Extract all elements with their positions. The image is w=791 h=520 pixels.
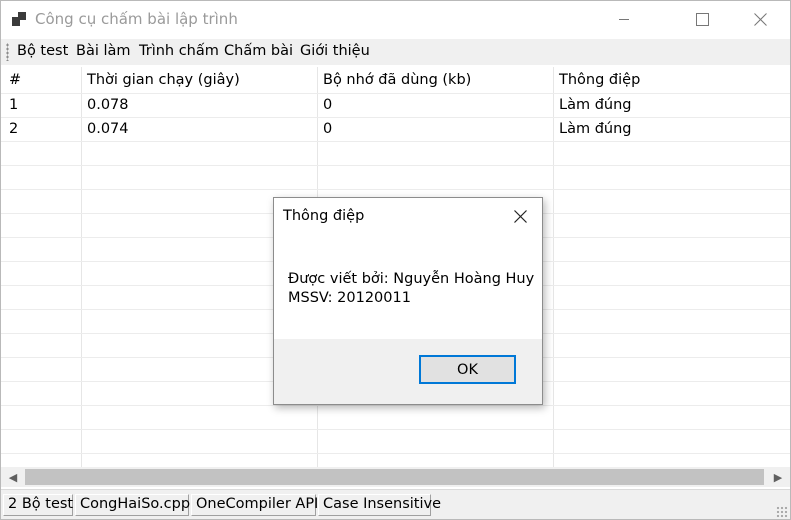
status-compiler: OneCompiler API — [191, 494, 318, 516]
table-cell[interactable]: 2 — [9, 121, 18, 137]
main-window: Công cụ chấm bài lập trình Bộ test Bài l… — [0, 0, 791, 520]
status-bar: 2 Bộ test CongHaiSo.cpp OneCompiler API … — [1, 489, 790, 519]
column-header-message[interactable]: Thông điệp — [559, 72, 640, 88]
scroll-left-icon[interactable]: ◀ — [3, 467, 23, 487]
status-compare-mode: Case Insensitive — [318, 494, 441, 516]
table-cell[interactable]: 0 — [323, 121, 332, 137]
table-cell[interactable]: Làm đúng — [559, 97, 632, 113]
menu-bo-test[interactable]: Bộ test — [17, 43, 68, 59]
resize-grip-icon[interactable] — [776, 506, 788, 518]
scroll-right-icon[interactable]: ▶ — [768, 467, 788, 487]
close-icon — [753, 12, 767, 26]
title-bar[interactable]: Công cụ chấm bài lập trình — [1, 1, 790, 38]
table-cell[interactable]: 0.074 — [87, 121, 129, 137]
column-header-memory[interactable]: Bộ nhớ đã dùng (kb) — [323, 72, 471, 88]
menu-bai-lam[interactable]: Bài làm — [76, 43, 131, 59]
dialog-student-id-line: MSSV: 20120011 — [288, 290, 411, 306]
menu-gioi-thieu[interactable]: Giới thiệu — [300, 43, 370, 59]
column-header-runtime[interactable]: Thời gian chạy (giây) — [87, 72, 240, 88]
close-icon — [513, 209, 527, 223]
menu-bar: Bộ test Bài làm Trình chấm Chấm bài Giới… — [1, 39, 790, 65]
menu-grip-icon[interactable] — [6, 43, 9, 61]
scroll-thumb[interactable] — [25, 469, 764, 485]
close-button[interactable] — [737, 1, 783, 37]
status-test-count: 2 Bộ test — [3, 494, 73, 516]
maximize-button[interactable] — [679, 1, 725, 37]
table-cell[interactable]: 0.078 — [87, 97, 129, 113]
ok-button[interactable]: OK — [419, 355, 516, 384]
app-icon — [12, 12, 28, 26]
dialog-footer: OK — [274, 339, 542, 404]
maximize-icon — [695, 12, 709, 26]
table-cell[interactable]: 0 — [323, 97, 332, 113]
window-title: Công cụ chấm bài lập trình — [35, 10, 238, 28]
menu-trinh-cham[interactable]: Trình chấm — [139, 43, 219, 59]
minimize-button[interactable] — [601, 1, 647, 37]
dialog-author-line: Được viết bởi: Nguyễn Hoàng Huy — [288, 271, 535, 287]
horizontal-scrollbar[interactable]: ◀ ▶ — [1, 467, 790, 487]
menu-cham-bai[interactable]: Chấm bài — [224, 43, 293, 59]
column-header-index[interactable]: # — [9, 72, 21, 88]
about-dialog: Thông điệp Được viết bởi: Nguyễn Hoàng H… — [273, 197, 543, 405]
dialog-title: Thông điệp — [283, 208, 365, 224]
dialog-close-button[interactable] — [507, 204, 533, 228]
table-cell[interactable]: Làm đúng — [559, 121, 632, 137]
minimize-icon — [619, 19, 629, 20]
status-source-file: CongHaiSo.cpp — [75, 494, 190, 516]
table-cell[interactable]: 1 — [9, 97, 18, 113]
